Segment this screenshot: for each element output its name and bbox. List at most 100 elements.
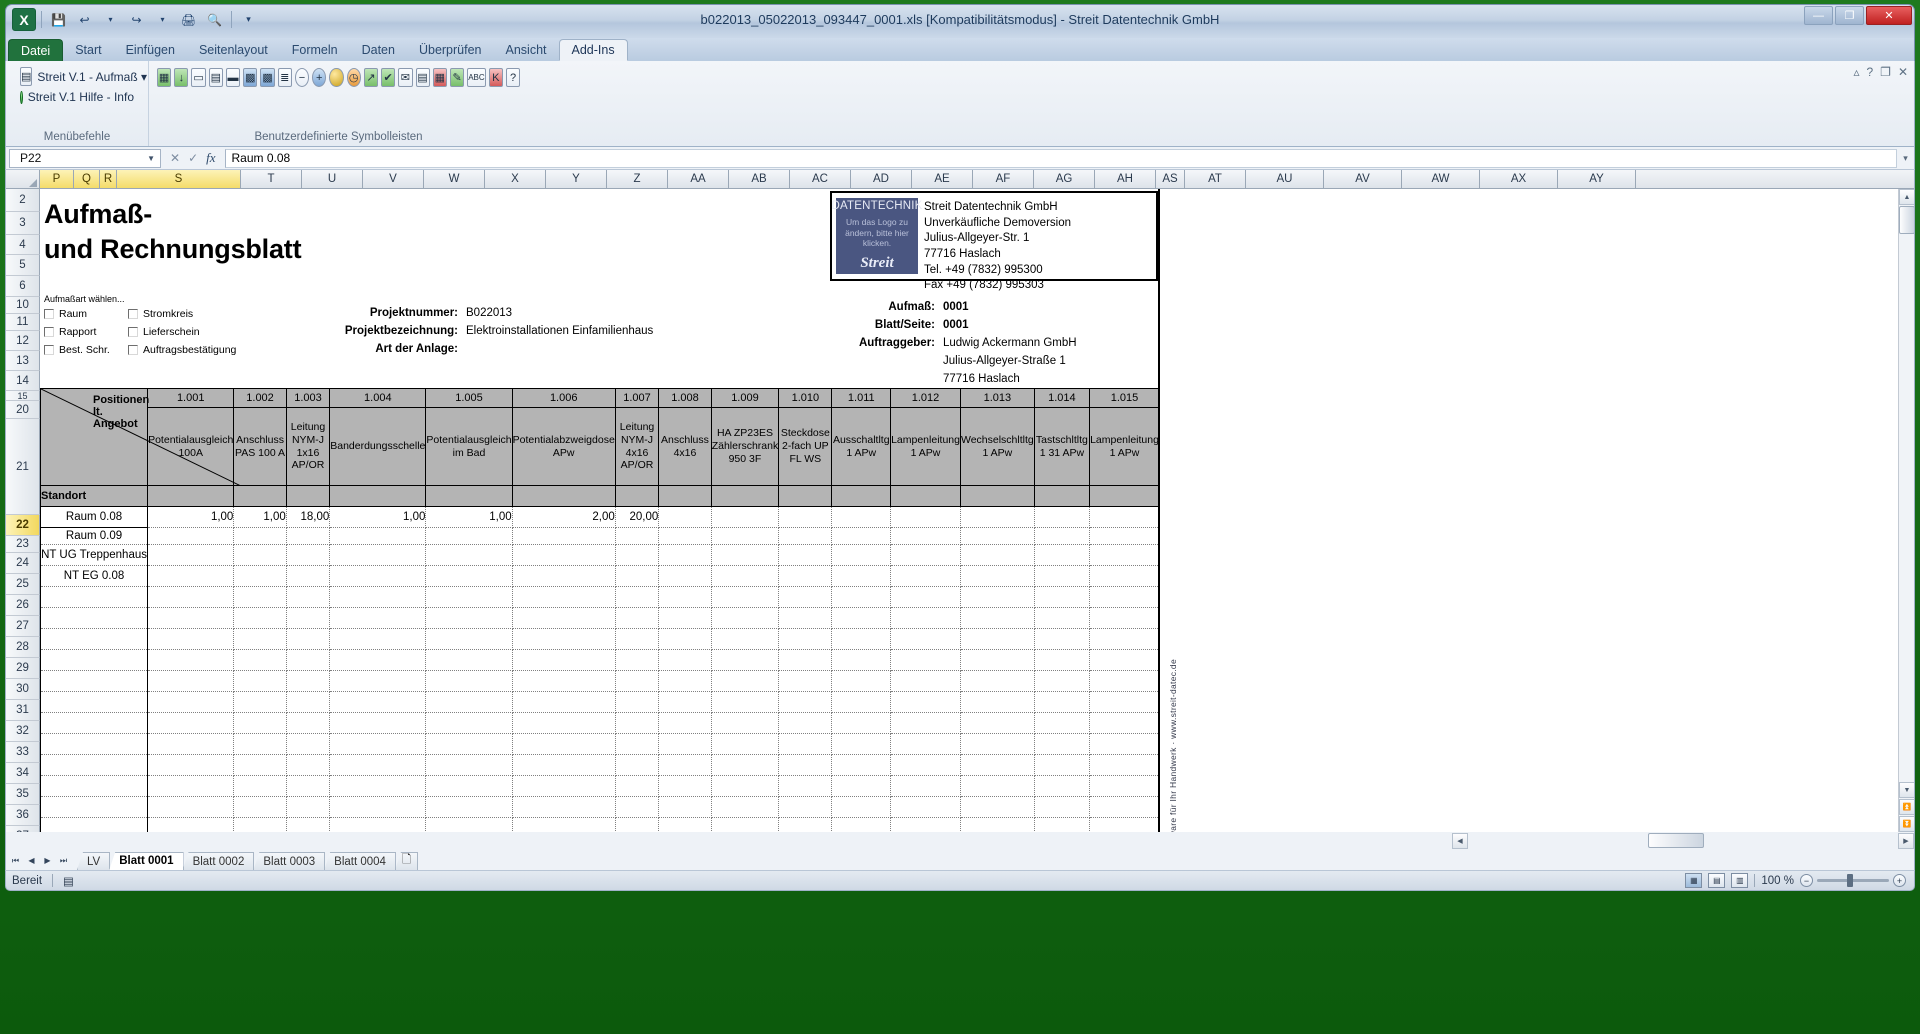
sheet-tab-blatt-0002[interactable]: Blatt 0002 xyxy=(183,852,255,870)
quantity-cell[interactable] xyxy=(512,629,615,650)
row-header-20[interactable]: 20 xyxy=(6,401,40,419)
field-auftraggeber-street-value[interactable]: Julius-Allgeyer-Straße 1 xyxy=(935,355,1066,367)
column-header-AF[interactable]: AF xyxy=(973,170,1034,188)
column-header-AH[interactable]: AH xyxy=(1095,170,1156,188)
quantity-cell[interactable] xyxy=(234,818,286,833)
row-header-4[interactable]: 4 xyxy=(6,235,40,255)
name-box[interactable]: P22 ▼ xyxy=(9,149,161,168)
sheet-tab-blatt-0004[interactable]: Blatt 0004 xyxy=(324,852,396,870)
quantity-cell[interactable] xyxy=(711,629,779,650)
quantity-cell[interactable] xyxy=(960,734,1034,755)
table-row[interactable] xyxy=(41,755,1160,776)
row-header-11[interactable]: 11 xyxy=(6,314,40,331)
quantity-cell[interactable] xyxy=(711,528,779,545)
scroll-right-icon[interactable]: ▶ xyxy=(1898,833,1914,849)
quantity-cell[interactable] xyxy=(615,734,658,755)
quantity-cell[interactable] xyxy=(1034,692,1089,713)
quantity-cell[interactable] xyxy=(1090,776,1160,797)
chevron-down-icon[interactable]: ▼ xyxy=(147,154,155,163)
location-cell[interactable]: Raum 0.08 xyxy=(41,507,148,528)
next-page-icon[interactable]: ⏬ xyxy=(1899,816,1914,832)
quantity-cell[interactable] xyxy=(615,587,658,608)
grid-blue-icon[interactable]: ▩ xyxy=(243,68,257,87)
quantity-cell[interactable] xyxy=(779,629,832,650)
location-cell[interactable] xyxy=(41,755,148,776)
calendar-red-icon[interactable]: ▦ xyxy=(433,68,447,87)
quantity-cell[interactable] xyxy=(426,650,512,671)
location-cell[interactable]: NT EG 0.08 xyxy=(41,566,148,587)
location-cell[interactable] xyxy=(41,608,148,629)
grid-blue2-icon[interactable]: ▩ xyxy=(260,68,274,87)
row-header-27[interactable]: 27 xyxy=(6,616,40,637)
quantity-cell[interactable] xyxy=(512,755,615,776)
quantity-cell[interactable] xyxy=(832,629,891,650)
quantity-cell[interactable] xyxy=(960,608,1034,629)
row-header-2[interactable]: 2 xyxy=(6,189,40,212)
quantity-cell[interactable] xyxy=(148,629,234,650)
zoom-out-button[interactable]: − xyxy=(1800,874,1813,887)
quantity-cell[interactable] xyxy=(615,713,658,734)
field-aufmass-value[interactable]: 0001 xyxy=(935,301,969,313)
quantity-cell[interactable] xyxy=(711,650,779,671)
quantity-cell[interactable] xyxy=(426,528,512,545)
vertical-scrollbar[interactable]: ▲ ▼ ⏫ ⏬ xyxy=(1898,189,1914,832)
checkbox-raum[interactable]: Raum xyxy=(44,308,128,320)
ribbon-right-controls[interactable]: ▵ ? ❐ ✕ xyxy=(1853,65,1908,79)
quantity-cell[interactable] xyxy=(234,545,286,566)
quantity-cell[interactable] xyxy=(711,776,779,797)
row-header-36[interactable]: 36 xyxy=(6,805,40,826)
quantity-cell[interactable] xyxy=(615,566,658,587)
company-logo[interactable]: DATENTECHNIK Um das Logo zu ändern, bitt… xyxy=(836,198,918,274)
quantity-cell[interactable] xyxy=(832,587,891,608)
quantity-cell[interactable] xyxy=(148,776,234,797)
field-auftraggeber-city-value[interactable]: 77716 Haslach xyxy=(935,373,1020,385)
quantity-cell[interactable] xyxy=(711,692,779,713)
horizontal-scroll-thumb[interactable] xyxy=(1648,833,1704,848)
quantity-cell[interactable] xyxy=(512,528,615,545)
quantity-cell[interactable] xyxy=(891,713,961,734)
quantity-cell[interactable] xyxy=(711,818,779,833)
location-cell[interactable] xyxy=(41,713,148,734)
checkbox-box-icon[interactable] xyxy=(128,327,138,337)
grid-table-icon[interactable]: ▦ xyxy=(157,68,171,87)
row-header-22[interactable]: 22 xyxy=(6,515,40,536)
quantity-cell[interactable] xyxy=(615,608,658,629)
quantity-cell[interactable] xyxy=(330,528,426,545)
quantity-cell[interactable] xyxy=(779,545,832,566)
quantity-cell[interactable] xyxy=(148,734,234,755)
quantity-cell[interactable] xyxy=(234,671,286,692)
checkbox-box-icon[interactable] xyxy=(44,309,54,319)
column-header-W[interactable]: W xyxy=(424,170,485,188)
quantity-cell[interactable] xyxy=(1090,545,1160,566)
column-header-AX[interactable]: AX xyxy=(1480,170,1558,188)
quantity-cell[interactable] xyxy=(234,587,286,608)
horizontal-scrollbar-area[interactable]: ◀ ▶ xyxy=(5,832,1915,849)
quantity-cell[interactable] xyxy=(512,692,615,713)
quantity-cell[interactable] xyxy=(1090,692,1160,713)
location-cell[interactable]: NT UG Treppenhaus xyxy=(41,545,148,566)
quantity-cell[interactable] xyxy=(615,545,658,566)
quantity-cell[interactable] xyxy=(891,734,961,755)
first-sheet-icon[interactable]: ⏮ xyxy=(8,853,23,868)
location-cell[interactable] xyxy=(41,587,148,608)
quantity-cell[interactable] xyxy=(286,755,329,776)
quantity-cell[interactable] xyxy=(891,650,961,671)
quantity-cell[interactable] xyxy=(779,776,832,797)
checkbox-box-icon[interactable] xyxy=(128,345,138,355)
quantity-cell[interactable] xyxy=(832,818,891,833)
maximize-button[interactable]: ❐ xyxy=(1835,6,1864,25)
insert-function-icon[interactable]: fx xyxy=(206,150,215,166)
quantity-cell[interactable] xyxy=(960,797,1034,818)
quantity-cell[interactable] xyxy=(711,734,779,755)
quantity-cell[interactable] xyxy=(148,566,234,587)
quantity-cell[interactable] xyxy=(779,734,832,755)
quantity-cell[interactable] xyxy=(960,587,1034,608)
list-lines-icon[interactable]: ≣ xyxy=(278,68,292,87)
quantity-cell[interactable] xyxy=(711,797,779,818)
column-header-Z[interactable]: Z xyxy=(607,170,668,188)
quantity-cell[interactable] xyxy=(148,650,234,671)
checkbox-stromkreis[interactable]: Stromkreis xyxy=(128,308,193,320)
quantity-cell[interactable] xyxy=(286,713,329,734)
quantity-cell[interactable] xyxy=(832,713,891,734)
custom-toolbar-row[interactable]: ▦ ↓ ▭ ▤ ▬ ▩ ▩ ≣ − + ◷ ↗ ✔ ✉ ▤ ▦ ✎ ABC K xyxy=(157,65,520,87)
